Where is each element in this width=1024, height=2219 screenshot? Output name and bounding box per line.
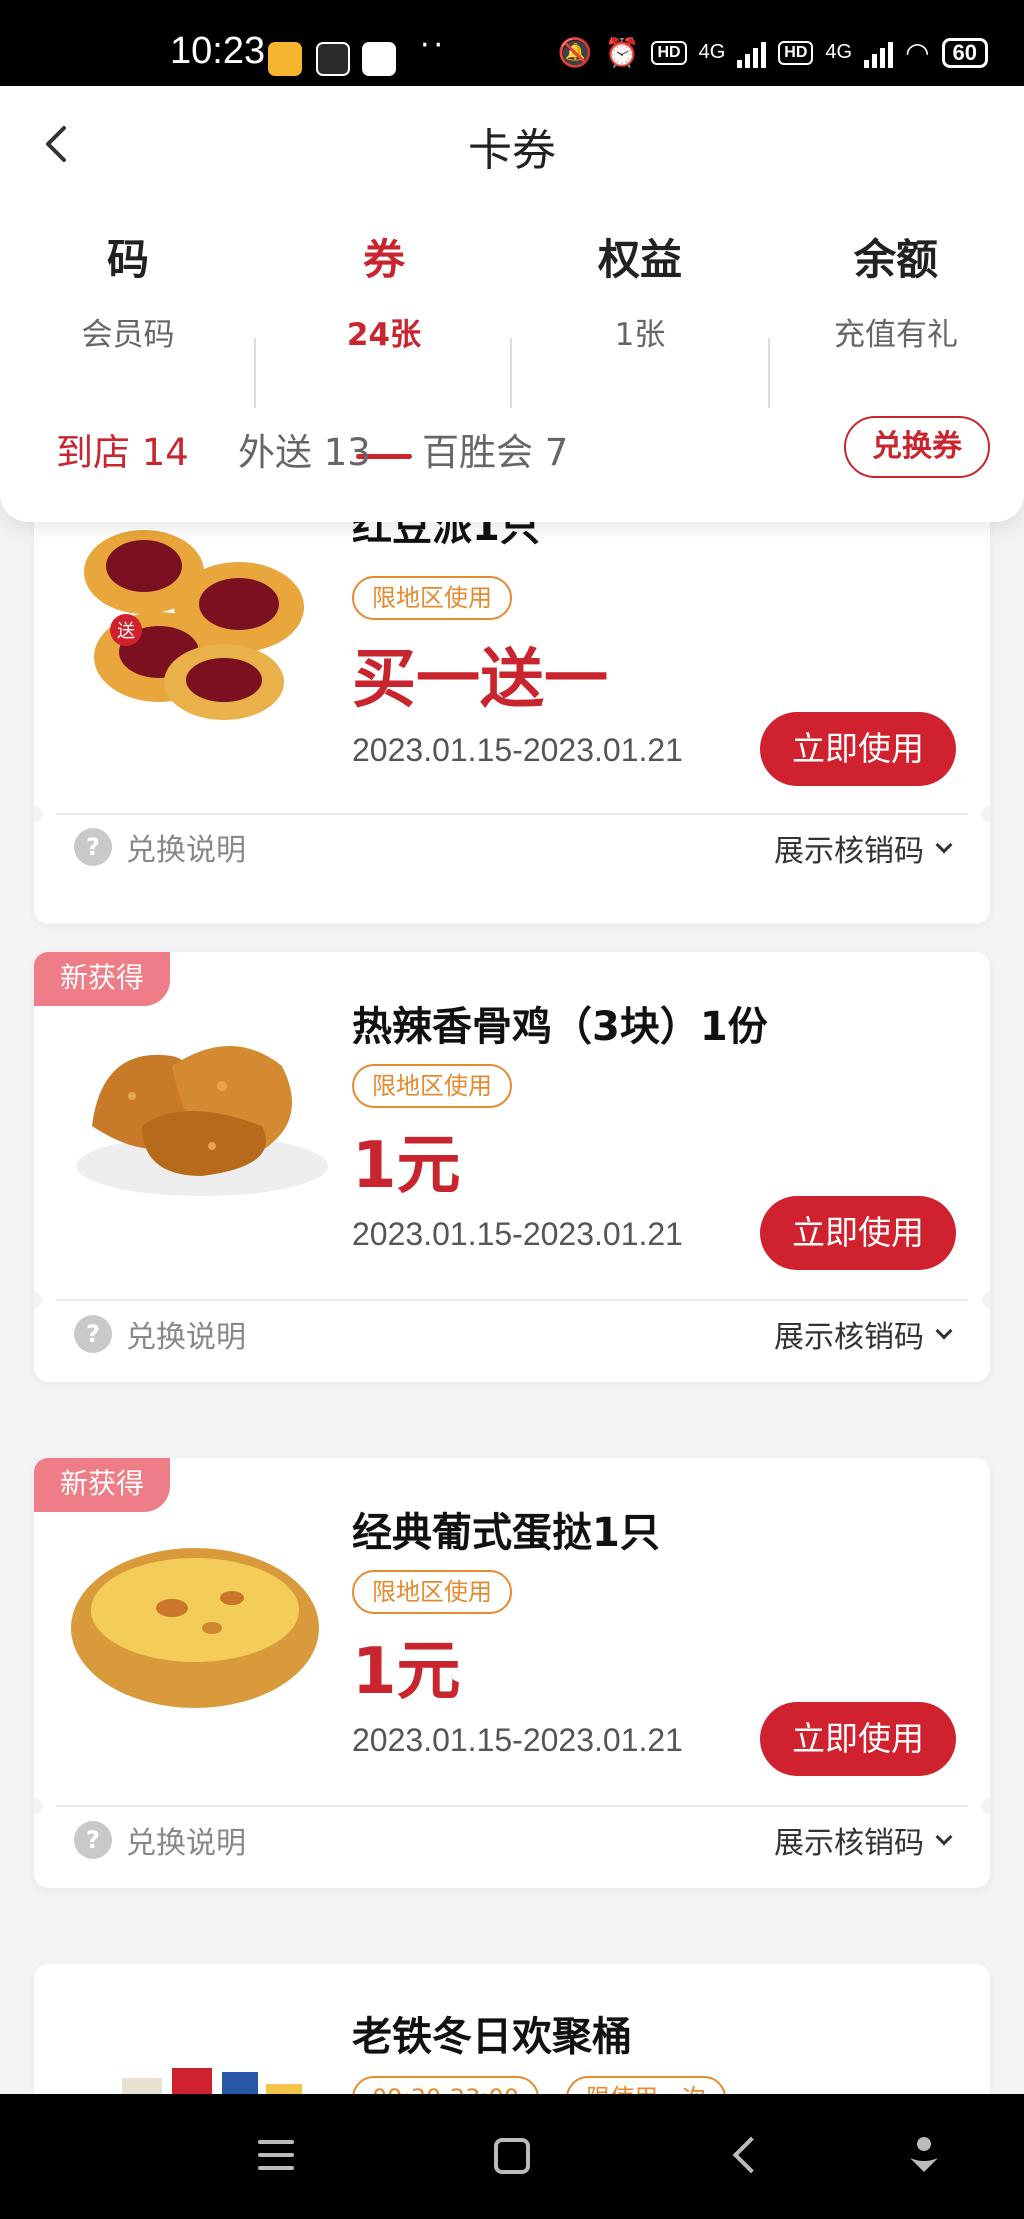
page-header: 卡券 码 会员码 券 24张 权益 1张 余额 充值有礼 到店 14 外送 13… — [0, 86, 1024, 522]
sub-tabs: 到店 14 外送 13 百胜会 7 兑换券 — [0, 416, 1024, 496]
coupon-title: 热辣香骨鸡（3块）1份 — [352, 1004, 768, 1050]
card-notch — [34, 806, 42, 822]
divider — [56, 1805, 968, 1807]
free-badge-text: 送 — [117, 621, 135, 642]
coupon-card: 老铁冬日欢聚桶 09:30-23:00 限使用一次 — [34, 1964, 990, 2094]
system-nav-bar — [0, 2094, 1024, 2219]
coupon-date: 2023.01.15-2023.01.21 — [352, 1216, 683, 1252]
hd-icon-2: HD — [778, 40, 814, 65]
redeem-instructions[interactable]: ? 兑换说明 — [74, 825, 246, 869]
tab-sublabel: 1张 — [614, 317, 666, 353]
network-label: 4G — [698, 41, 726, 63]
mute-icon: 🔕 — [557, 37, 593, 68]
egg-tart-image — [71, 1548, 319, 1708]
family-bucket-image — [122, 2068, 302, 2094]
show-code-toggle[interactable]: 展示核销码 — [774, 1818, 953, 1862]
tab-label: 码 — [106, 235, 149, 284]
coupon-price: 1元 — [352, 1635, 461, 1709]
coupon-card: 新获得 经典葡式蛋挞1只 限地区使用 1元 2023.01.15-2023.01… — [34, 1458, 990, 1888]
coupon-title: 老铁冬日欢聚桶 — [352, 2014, 632, 2060]
tab-label: 余额 — [853, 235, 938, 284]
red-bean-pie-image: 送 — [84, 530, 304, 720]
question-icon: ? — [74, 1821, 112, 1859]
divider — [56, 1299, 968, 1301]
notes-app-icon — [268, 42, 302, 76]
more-notifications-icon: ·· — [420, 28, 448, 63]
hd-icon: HD — [651, 40, 687, 65]
show-code-label: 展示核销码 — [774, 1320, 924, 1355]
status-indicators: 🔕 ⏰ HD 4G HD 4G ◠ 60 — [558, 36, 988, 69]
signal-icon — [737, 38, 767, 68]
coupon-list[interactable]: 送 红豆派1只 限地区使用 买一送一 2023.01.15-2023.01.21… — [0, 522, 1024, 2094]
redeem-instructions[interactable]: ? 兑换说明 — [74, 1818, 246, 1862]
card-notch — [982, 806, 990, 822]
home-icon[interactable] — [494, 2138, 530, 2174]
wifi-icon: ◠ — [905, 37, 930, 68]
fried-chicken-image — [76, 1046, 328, 1196]
help-label: 兑换说明 — [126, 1320, 246, 1355]
divider — [56, 813, 968, 815]
card-notch — [34, 1292, 42, 1308]
region-tag: 限地区使用 — [352, 576, 512, 620]
telecom-app-icon — [362, 42, 396, 76]
tab-code[interactable]: 码 会员码 — [0, 226, 256, 354]
subtab-yum-club[interactable]: 百胜会 7 — [422, 422, 568, 476]
subtab-delivery[interactable]: 外送 13 — [238, 422, 371, 476]
coupon-card: 送 红豆派1只 限地区使用 买一送一 2023.01.15-2023.01.21… — [34, 522, 990, 924]
assistant-icon[interactable] — [906, 2134, 942, 2178]
alarm-icon: ⏰ — [604, 37, 640, 68]
menu-icon[interactable] — [258, 2140, 294, 2179]
coupon-card: 新获得 热辣香骨鸡（3块）1份 限地区使用 1元 2023.01.15-2023… — [34, 952, 990, 1382]
use-now-button[interactable]: 立即使用 — [760, 712, 956, 786]
network-label-2: 4G — [825, 41, 853, 63]
coupon-title: 经典葡式蛋挞1只 — [352, 1510, 660, 1556]
time-tag: 09:30-23:00 — [352, 2076, 539, 2094]
question-icon: ? — [74, 828, 112, 866]
coupon-price: 买一送一 — [352, 643, 608, 717]
coupon-price: 1元 — [352, 1129, 461, 1203]
battery-icon: 60 — [941, 37, 988, 68]
tab-benefits[interactable]: 权益 1张 — [512, 226, 768, 354]
signal-icon-2 — [864, 38, 894, 68]
region-tag: 限地区使用 — [352, 1570, 512, 1614]
tab-label: 权益 — [597, 235, 682, 284]
use-now-button[interactable]: 立即使用 — [760, 1702, 956, 1776]
status-bar: 10:23 ·· 🔕 ⏰ HD 4G HD 4G ◠ 60 — [0, 0, 1024, 86]
show-code-label: 展示核销码 — [774, 1826, 924, 1861]
chevron-down-icon — [935, 836, 953, 854]
coupon-date: 2023.01.15-2023.01.21 — [352, 1722, 683, 1758]
redeem-coupon-button[interactable]: 兑换券 — [844, 416, 990, 478]
chevron-down-icon — [935, 1828, 953, 1846]
chevron-down-icon — [935, 1322, 953, 1340]
status-time: 10:23 — [170, 30, 266, 72]
tab-balance[interactable]: 余额 充值有礼 — [768, 226, 1024, 354]
coupon-title: 红豆派1只 — [352, 522, 540, 550]
tab-sublabel: 会员码 — [81, 317, 175, 353]
tab-label: 券 — [362, 235, 405, 284]
show-code-toggle[interactable]: 展示核销码 — [774, 1312, 953, 1356]
show-code-toggle[interactable]: 展示核销码 — [774, 826, 953, 870]
question-icon: ? — [74, 1315, 112, 1353]
show-code-label: 展示核销码 — [774, 834, 924, 869]
page-title: 卡券 — [468, 125, 556, 176]
coupon-date: 2023.01.15-2023.01.21 — [352, 732, 683, 768]
card-notch — [982, 1292, 990, 1308]
help-label: 兑换说明 — [126, 1826, 246, 1861]
use-now-button[interactable]: 立即使用 — [760, 1196, 956, 1270]
redeem-instructions[interactable]: ? 兑换说明 — [74, 1312, 246, 1356]
help-label: 兑换说明 — [126, 833, 246, 868]
tiktok-app-icon — [316, 42, 350, 76]
tab-sublabel: 充值有礼 — [834, 317, 958, 353]
tab-coupons[interactable]: 券 24张 — [256, 226, 512, 459]
card-notch — [982, 1798, 990, 1814]
back-icon[interactable] — [732, 2136, 770, 2174]
new-badge: 新获得 — [34, 1458, 170, 1512]
card-notch — [34, 1798, 42, 1814]
main-tabs: 码 会员码 券 24张 权益 1张 余额 充值有礼 — [0, 226, 1024, 459]
region-tag: 限地区使用 — [352, 1064, 512, 1108]
tab-sublabel: 24张 — [346, 317, 422, 353]
new-badge: 新获得 — [34, 952, 170, 1006]
usage-limit-tag: 限使用一次 — [566, 2076, 726, 2094]
subtab-in-store[interactable]: 到店 14 — [56, 422, 189, 476]
